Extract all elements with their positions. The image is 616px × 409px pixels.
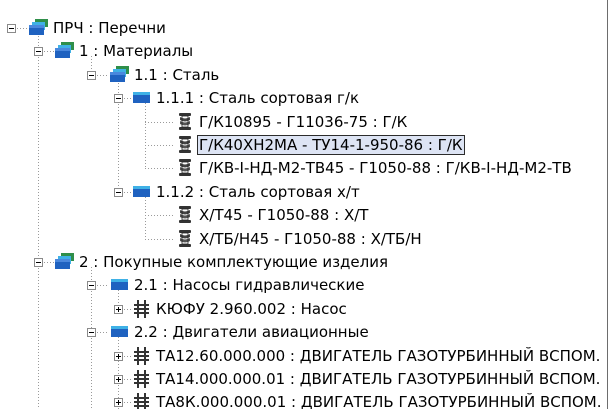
- collapse-toggle[interactable]: [87, 281, 96, 290]
- assembly-icon: [132, 392, 152, 409]
- collapse-toggle[interactable]: [114, 94, 123, 103]
- tree-leaf-steel-cold-1[interactable]: Х/Т45 - Г1050-88 : Х/Т: [197, 205, 370, 225]
- tree-node-materials[interactable]: 1 : Материалы: [77, 41, 195, 61]
- stacked-folders-icon: [55, 252, 75, 270]
- folder-icon: [132, 88, 152, 106]
- stacked-folders-icon: [29, 18, 49, 36]
- expand-toggle[interactable]: [114, 375, 123, 384]
- tree-node-engine-2[interactable]: ТА14.000.000.01 : ДВИГАТЕЛЬ ГАЗОТУРБИННЫ…: [154, 369, 602, 389]
- collapse-toggle[interactable]: [34, 47, 43, 56]
- expand-toggle[interactable]: [114, 398, 123, 407]
- expand-toggle[interactable]: [114, 305, 123, 314]
- collapse-toggle[interactable]: [114, 188, 123, 197]
- tree-leaf-steel-hot-1[interactable]: Г/К10895 - Г11036-75 : Г/К: [197, 112, 409, 132]
- tree-node-engine-3[interactable]: ТА8К.000.000.01 : ДВИГАТЕЛЬ ГАЗОТУРБИННЫ…: [154, 392, 604, 409]
- coil-icon: [175, 205, 195, 223]
- scroll-edge: [607, 0, 608, 409]
- expand-toggle[interactable]: [114, 352, 123, 361]
- tree-leaf-steel-cold-2[interactable]: Х/ТБ/Н45 - Г1050-88 : Х/ТБ/Н: [197, 229, 424, 249]
- collapse-toggle[interactable]: [34, 258, 43, 267]
- stacked-folders-icon: [110, 65, 130, 83]
- tree-node-steel-cold[interactable]: 1.1.2 : Сталь сортовая х/т: [154, 182, 362, 202]
- tree-node-prch[interactable]: ПРЧ : Перечни: [51, 18, 168, 38]
- tree-node-steel-hot[interactable]: 1.1.1 : Сталь сортовая г/к: [154, 88, 361, 108]
- tree-leaf-steel-hot-2[interactable]: Г/К40ХН2МА - ТУ14-1-950-86 : Г/К: [197, 135, 465, 155]
- collapse-toggle[interactable]: [87, 71, 96, 80]
- folder-icon: [110, 322, 130, 340]
- tree-node-engines[interactable]: 2.2 : Двигатели авиационные: [132, 322, 371, 342]
- coil-icon: [175, 112, 195, 130]
- tree-node-engine-1[interactable]: ТА12.60.000.000 : ДВИГАТЕЛЬ ГАЗОТУРБИННЫ…: [154, 346, 602, 366]
- tree-leaf-steel-hot-3[interactable]: Г/КВ-I-НД-М2-ТВ45 - Г1050-88 : Г/КВ-I-НД…: [197, 158, 574, 178]
- collapse-toggle[interactable]: [87, 328, 96, 337]
- folder-icon: [132, 182, 152, 200]
- tree-node-purchased[interactable]: 2 : Покупные комплектующие изделия: [77, 252, 390, 272]
- tree-view[interactable]: ПРЧ : Перечни 1 : Материалы 1.1 : Сталь 1.1…: [0, 0, 616, 409]
- tree-node-pump-1[interactable]: КЮФУ 2.960.002 : Насос: [154, 299, 349, 319]
- assembly-icon: [132, 299, 152, 318]
- coil-icon: [175, 229, 195, 247]
- coil-icon: [175, 135, 195, 153]
- tree-node-steel[interactable]: 1.1 : Сталь: [132, 65, 221, 85]
- assembly-icon: [132, 369, 152, 388]
- collapse-toggle[interactable]: [7, 24, 16, 33]
- tree-node-pumps[interactable]: 2.1 : Насосы гидравлические: [132, 275, 366, 295]
- folder-icon: [110, 275, 130, 293]
- stacked-folders-icon: [55, 41, 75, 59]
- coil-icon: [175, 158, 195, 176]
- assembly-icon: [132, 346, 152, 365]
